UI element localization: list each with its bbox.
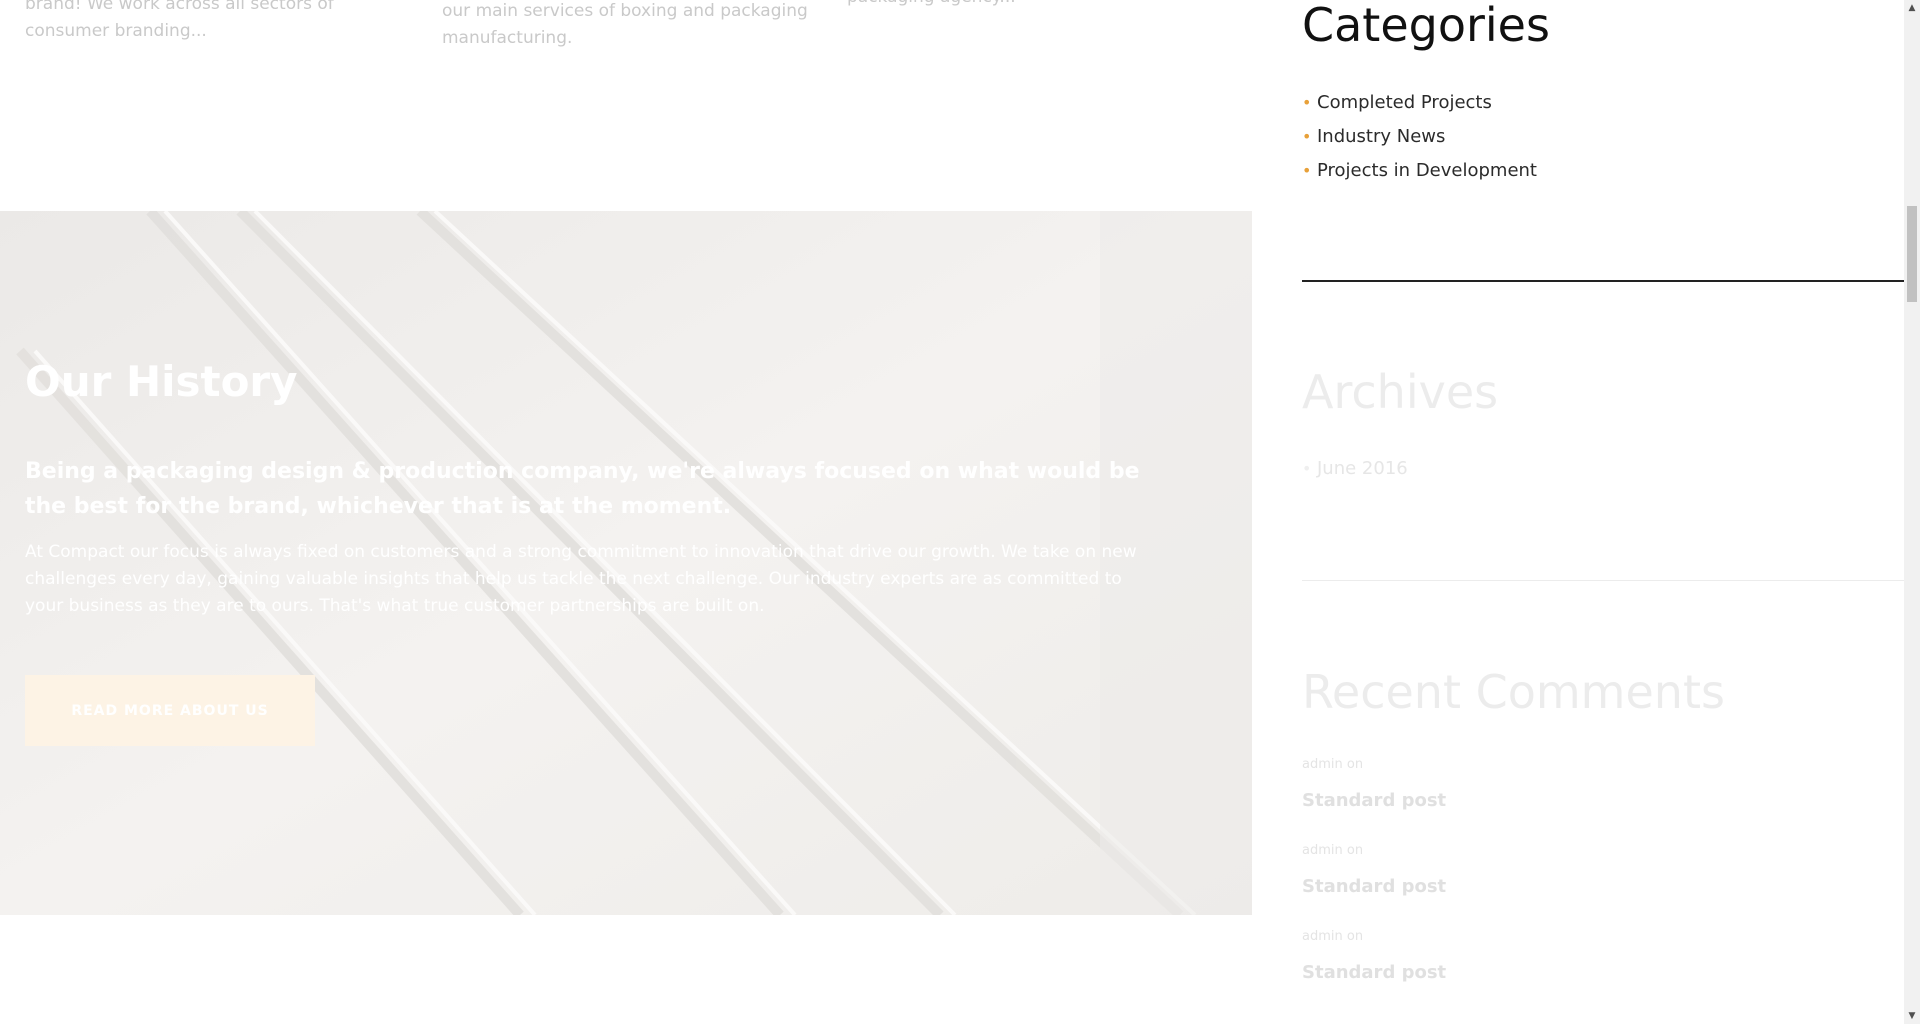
archive-link[interactable]: June 2016	[1317, 458, 1408, 479]
archives-list: • June 2016	[1302, 452, 1408, 486]
categories-list: • Completed Projects • Industry News • Proj…	[1302, 86, 1537, 188]
archives-title: Archives	[1302, 365, 1499, 419]
bullet-icon: •	[1302, 93, 1312, 112]
comment-post-link[interactable]: Standard post	[1302, 875, 1802, 899]
category-link[interactable]: Projects in Development	[1317, 160, 1537, 181]
bullet-icon: •	[1302, 459, 1312, 478]
vertical-scrollbar[interactable]: ▲ ▼	[1904, 0, 1920, 1024]
recent-comments-title: Recent Comments	[1302, 665, 1725, 719]
intro-text-col-2: our main services of boxing and packagin…	[442, 1, 808, 48]
comment-meta: admin on	[1302, 929, 1364, 944]
comment-post-link[interactable]: Standard post	[1302, 789, 1802, 813]
intro-text-col-3: packaging agency...	[847, 0, 1027, 11]
category-link[interactable]: Completed Projects	[1317, 92, 1492, 113]
comment-meta: admin on	[1302, 843, 1364, 858]
history-section: Our History Being a packaging design & p…	[0, 211, 1252, 915]
scroll-down-arrow-icon[interactable]: ▼	[1904, 1008, 1920, 1024]
category-item[interactable]: • Completed Projects	[1302, 86, 1537, 120]
comment-meta: admin on	[1302, 757, 1364, 772]
bullet-icon: •	[1302, 127, 1312, 146]
scrollbar-thumb[interactable]	[1907, 206, 1917, 302]
recent-comment-item: admin on Standard post	[1302, 929, 1802, 985]
divider	[1302, 580, 1904, 581]
category-item[interactable]: • Industry News	[1302, 120, 1537, 154]
category-item[interactable]: • Projects in Development	[1302, 154, 1537, 188]
categories-title: Categories	[1302, 0, 1550, 52]
recent-comment-item: admin on Standard post	[1302, 757, 1802, 813]
archive-item[interactable]: • June 2016	[1302, 452, 1408, 486]
history-title: Our History	[25, 357, 298, 406]
bullet-icon: •	[1302, 161, 1312, 180]
read-more-about-us-button[interactable]: Read more about us	[25, 675, 315, 746]
sidebar: Categories • Completed Projects • Industry…	[1302, 0, 1904, 1024]
category-link[interactable]: Industry News	[1317, 126, 1445, 147]
history-body: At Compact our focus is always fixed on …	[25, 542, 1137, 616]
recent-comment-item: admin on Standard post	[1302, 843, 1802, 899]
comment-post-link[interactable]: Standard post	[1302, 961, 1802, 985]
history-lead: Being a packaging design & production co…	[25, 459, 1140, 519]
intro-text-col-1: brand! We work across all sectors of con…	[25, 0, 334, 41]
scroll-up-arrow-icon[interactable]: ▲	[1904, 0, 1920, 16]
divider	[1302, 280, 1904, 282]
